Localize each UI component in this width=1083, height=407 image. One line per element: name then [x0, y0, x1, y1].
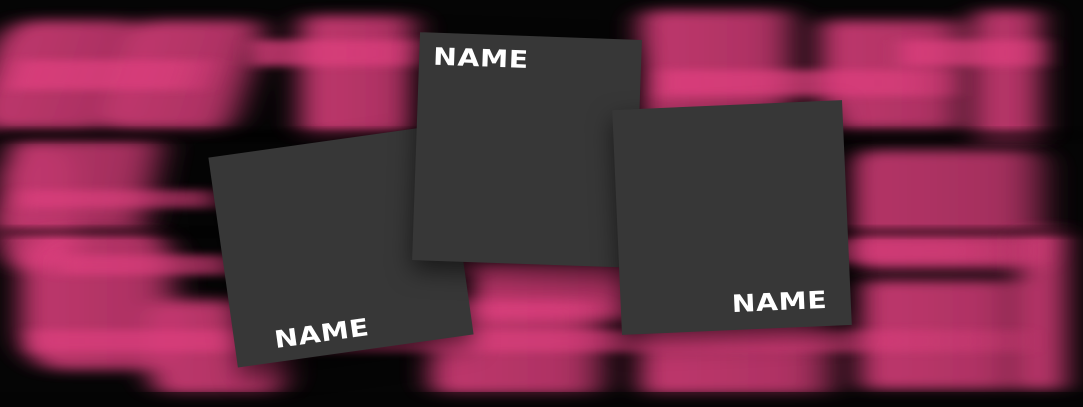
- card-left-name-label: NAME: [272, 313, 371, 355]
- banner-canvas: NAME NAME NAME: [0, 0, 1083, 407]
- card-right-name-label: NAME: [731, 285, 828, 319]
- card-middle-name-label: NAME: [432, 42, 530, 74]
- photo-card-middle: NAME: [412, 32, 642, 268]
- photo-card-right: NAME: [612, 100, 852, 335]
